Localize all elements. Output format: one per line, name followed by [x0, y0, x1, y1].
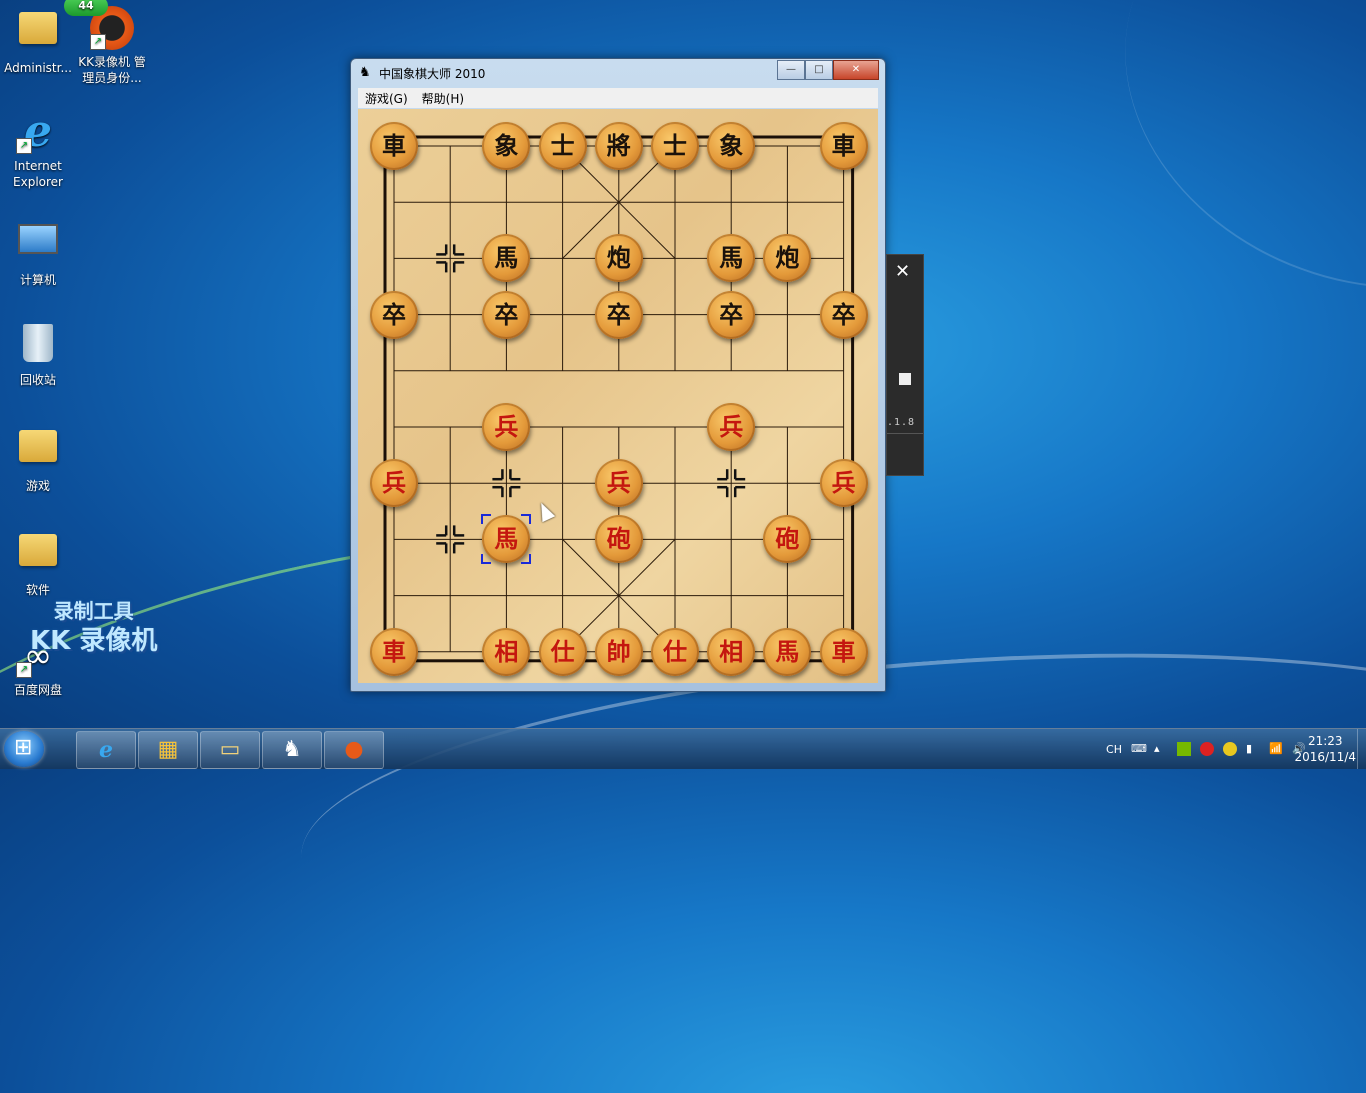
notification-badge: 44 — [64, 0, 108, 16]
taskbar-file-explorer[interactable]: ▭ — [200, 731, 260, 769]
black-piece[interactable]: 卒 — [819, 290, 868, 339]
clock-date: 2016/11/4 — [1294, 750, 1356, 764]
desktop-icon-label: 软件 — [25, 583, 50, 597]
red-piece[interactable]: 兵 — [594, 459, 643, 508]
folder-icon — [16, 534, 60, 578]
selection-box — [481, 514, 532, 565]
red-piece[interactable]: 兵 — [819, 459, 868, 508]
desktop-icon-kk-recorder[interactable]: ↗ 44 KK录像机 管理员身份... — [64, 0, 148, 86]
close-icon[interactable]: ✕ — [895, 261, 910, 282]
usb-icon[interactable]: ▮ — [1246, 742, 1260, 756]
red-piece[interactable]: 仕 — [538, 627, 587, 676]
computer-icon — [16, 224, 60, 268]
update-icon[interactable] — [1223, 742, 1237, 756]
tray-expand-icon[interactable]: ▴ — [1154, 742, 1168, 756]
desktop-icon-label: Internet Explorer — [13, 159, 63, 189]
black-piece[interactable]: 士 — [651, 122, 699, 170]
desktop-icon-recycle-bin[interactable]: 回收站 — [2, 322, 74, 388]
close-button[interactable]: ✕ — [833, 60, 879, 80]
desktop-icon-label: 游戏 — [25, 479, 50, 493]
chess-app-icon: ♞ — [359, 65, 371, 80]
desktop-icon-software-folder[interactable]: 软件 — [2, 528, 74, 598]
desktop-icon-label: Administr... — [4, 61, 72, 75]
black-piece[interactable]: 卒 — [482, 290, 531, 339]
desktop-icon-label: 百度网盘 — [13, 683, 62, 697]
watermark-line-2: KK 录像机 — [30, 626, 158, 656]
desktop-icon-label: 计算机 — [19, 273, 56, 287]
black-piece[interactable]: 車 — [819, 122, 868, 170]
shortcut-arrow-icon: ↗ — [90, 34, 106, 50]
internet-explorer-icon: e ↗ — [16, 110, 60, 154]
input-language[interactable]: CH — [1106, 743, 1122, 756]
red-piece[interactable]: 仕 — [651, 627, 699, 676]
maximize-button[interactable]: □ — [805, 60, 833, 80]
network-icon[interactable]: 📶 — [1269, 742, 1283, 756]
black-piece[interactable]: 炮 — [594, 234, 643, 283]
red-piece[interactable]: 車 — [819, 627, 868, 676]
stop-button[interactable] — [899, 373, 911, 385]
black-piece[interactable]: 車 — [370, 122, 418, 170]
chess-window[interactable]: ♞ 中国象棋大师 2010 — □ ✕ 游戏(G) 帮助(H) 車象士將士象車馬… — [350, 58, 886, 692]
file-explorer-icon: ▭ — [219, 737, 241, 762]
shortcut-arrow-icon: ↗ — [16, 662, 32, 678]
red-piece[interactable]: 兵 — [370, 459, 418, 508]
menu-help[interactable]: 帮助(H) — [415, 90, 471, 107]
desktop-icon-label: KK录像机 管理员身份... — [78, 55, 146, 85]
desktop-icon-games-folder[interactable]: 游戏 — [2, 424, 74, 494]
recorder-watermark: 录制工具 KK 录像机 — [30, 596, 157, 656]
nvidia-icon[interactable] — [1177, 742, 1191, 756]
recorder-panel: ✕ .1.8 — [886, 254, 924, 476]
red-piece[interactable]: 砲 — [594, 515, 643, 564]
board-grid — [383, 135, 855, 663]
desktop-icon-label: 回收站 — [19, 373, 56, 387]
black-piece[interactable]: 卒 — [370, 290, 418, 339]
show-desktop-button[interactable] — [1357, 729, 1366, 769]
shortcut-arrow-icon: ↗ — [16, 138, 32, 154]
folder-icon — [16, 430, 60, 474]
taskbar: e ▦ ▭ ♞ ● CH ⌨ ▴ ▮ 📶 🔊 21:23 2016/11/4 — [0, 728, 1366, 769]
window-controls: — □ ✕ — [777, 60, 879, 80]
watermark-line-1: 录制工具 — [53, 599, 134, 623]
black-piece[interactable]: 將 — [594, 122, 643, 170]
red-piece[interactable]: 帥 — [594, 627, 643, 676]
black-piece[interactable]: 象 — [707, 122, 756, 170]
red-piece[interactable]: 兵 — [707, 403, 756, 451]
chess-board[interactable]: 車象士將士象車馬炮馬炮卒卒卒卒卒兵兵兵兵兵馬砲砲車相仕帥仕相馬車 — [358, 109, 878, 683]
taskbar-kk-recorder[interactable]: ● — [324, 731, 384, 769]
desktop-icon-computer[interactable]: 计算机 — [2, 218, 74, 288]
kk-recorder-icon: ● — [344, 737, 364, 762]
recycle-bin-icon — [16, 324, 60, 368]
minimize-button[interactable]: — — [777, 60, 805, 80]
red-piece[interactable]: 車 — [370, 627, 418, 676]
window-title: 中国象棋大师 2010 — [379, 67, 486, 81]
red-piece[interactable]: 馬 — [763, 627, 812, 676]
security-icon[interactable] — [1200, 742, 1214, 756]
red-piece[interactable]: 相 — [482, 627, 531, 676]
system-tray: CH ⌨ ▴ ▮ 📶 🔊 — [1106, 729, 1306, 769]
black-piece[interactable]: 卒 — [594, 290, 643, 339]
menu-bar: 游戏(G) 帮助(H) — [358, 88, 878, 108]
menu-game[interactable]: 游戏(G) — [358, 90, 415, 107]
black-piece[interactable]: 士 — [538, 122, 587, 170]
internet-explorer-icon: e — [99, 737, 113, 763]
keyboard-icon[interactable]: ⌨ — [1131, 742, 1147, 756]
clock[interactable]: 21:23 2016/11/4 — [1294, 733, 1356, 765]
user-folder-icon — [16, 12, 60, 56]
windows-store-icon: ▦ — [157, 737, 179, 762]
desktop-icon-administrator[interactable]: Administr... — [2, 6, 74, 76]
black-piece[interactable]: 卒 — [707, 290, 756, 339]
taskbar-windows-store[interactable]: ▦ — [138, 731, 198, 769]
red-piece[interactable]: 相 — [707, 627, 756, 676]
taskbar-chess-app[interactable]: ♞ — [262, 731, 322, 769]
wallpaper-swoosh — [1066, 0, 1366, 356]
taskbar-internet-explorer[interactable]: e — [76, 731, 136, 769]
clock-time: 21:23 — [1307, 734, 1343, 748]
start-button[interactable] — [4, 731, 44, 767]
desktop-icon-internet-explorer[interactable]: e ↗ Internet Explorer — [2, 110, 74, 190]
divider — [887, 433, 923, 434]
chess-app-icon: ♞ — [282, 737, 302, 762]
version-label: .1.8 — [887, 417, 916, 428]
